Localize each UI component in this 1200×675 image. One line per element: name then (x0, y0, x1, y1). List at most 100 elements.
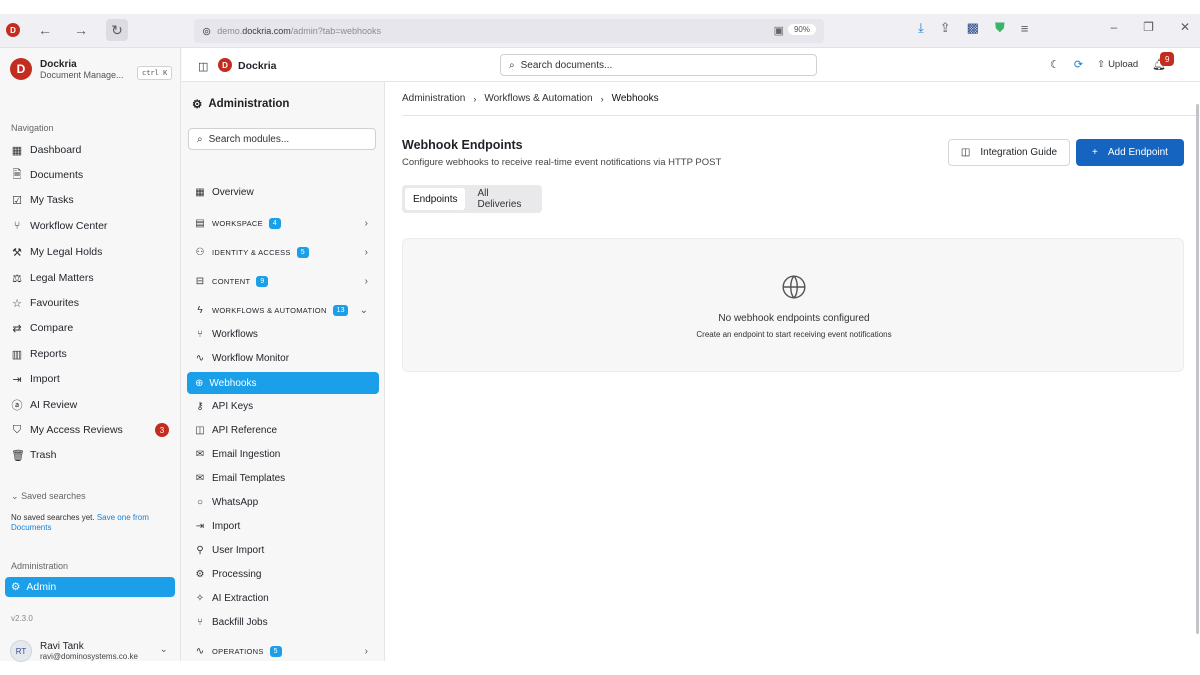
module-backfill-jobs[interactable]: ⑂ Backfill Jobs (194, 612, 374, 632)
sidebar-item-my-access-reviews[interactable]: ⛉ My Access Reviews 3 (11, 420, 174, 440)
zoom-level[interactable]: 90% (787, 24, 816, 35)
group-content[interactable]: ⊟ CONTENT 9 › (194, 271, 374, 291)
sparkle-icon: ✧ (195, 592, 205, 604)
integration-guide-button[interactable]: ◫ Integration Guide (948, 139, 1070, 166)
version-label: v2.3.0 (11, 614, 33, 623)
module-workflows[interactable]: ⑂ Workflows (194, 324, 374, 344)
panel-toggle-icon[interactable]: ◫ (198, 60, 208, 73)
restore-icon[interactable]: ❐ (1143, 20, 1154, 34)
save-search-link[interactable]: Save one from (97, 513, 149, 522)
tab-all-deliveries[interactable]: All Deliveries (469, 188, 539, 210)
sidebar-item-documents[interactable]: 🗎 Documents (11, 165, 174, 185)
brand[interactable]: D Dockria Document Manage... (10, 58, 124, 80)
sidebar-item-ai-review[interactable]: ⓐ AI Review (11, 395, 174, 415)
module-import[interactable]: ⇥ Import (194, 516, 374, 536)
close-icon[interactable]: ✕ (1180, 20, 1190, 34)
notifications-button[interactable]: 🔔︎ 9 (1152, 52, 1175, 71)
dockria-favicon-icon: D (6, 23, 20, 37)
group-label: OPERATIONS (212, 646, 264, 656)
breadcrumb-workflows-automation[interactable]: Workflows & Automation (484, 93, 592, 104)
downloads-icon[interactable]: ⤓ (918, 20, 924, 36)
group-label: CONTENT (212, 276, 251, 286)
page-scrollbar[interactable] (1196, 104, 1199, 634)
module-workflow-monitor[interactable]: ∿ Workflow Monitor (194, 348, 374, 368)
globe-icon (782, 275, 806, 299)
group-identity-access[interactable]: ⚇ IDENTITY & ACCESS 5 › (194, 242, 374, 262)
tasks-icon: ☑ (12, 194, 22, 207)
group-operations[interactable]: ∿ OPERATIONS 5 › (194, 641, 374, 661)
sidebar-item-legal-matters[interactable]: ⚖ Legal Matters (11, 268, 174, 288)
minimize-icon[interactable]: – (1110, 20, 1117, 34)
search-placeholder: Search documents... (520, 59, 613, 71)
sidebar-item-compare[interactable]: ⇄ Compare (11, 318, 174, 338)
reload-icon[interactable]: ↻ (106, 19, 128, 41)
sidebar-item-favourites[interactable]: ☆ Favourites (11, 293, 174, 313)
user-menu[interactable]: RT Ravi Tank ravi@dominosystems.co.ke (10, 640, 138, 662)
workflow-icon: ⑂ (13, 220, 21, 232)
sidebar-item-admin[interactable]: ⚙ Admin (5, 577, 175, 597)
reader-view-icon[interactable]: ▣ (774, 24, 784, 37)
import-icon: ⇥ (12, 373, 22, 386)
search-modules-input[interactable]: ⌕ Search modules... (188, 128, 376, 150)
back-icon[interactable]: ← (34, 19, 56, 41)
module-ai-extraction[interactable]: ✧ AI Extraction (194, 588, 374, 608)
module-api-reference[interactable]: ◫ API Reference (194, 420, 374, 440)
grid-icon: ▦ (11, 144, 23, 157)
module-label: Webhooks (209, 377, 257, 389)
group-workspace[interactable]: ▤ WORKSPACE 4 › (194, 213, 374, 233)
module-email-templates[interactable]: ✉ Email Templates (194, 468, 374, 488)
group-workflows-automation[interactable]: ϟ WORKFLOWS & AUTOMATION 13 ⌄ (194, 300, 374, 320)
module-user-import[interactable]: ⚲ User Import (194, 540, 374, 560)
import-icon: ⇥ (195, 520, 205, 532)
sidebar-item-label: My Legal Holds (30, 246, 103, 258)
sidebar-item-dashboard[interactable]: ▦ Dashboard (11, 140, 174, 160)
share-icon[interactable]: ⇪ (940, 20, 951, 36)
ai-icon: ⓐ (11, 400, 23, 412)
search-documents-input[interactable]: ⌕ Search documents... (500, 54, 817, 76)
modules-title-text: Administration (208, 98, 290, 110)
sidebar-item-my-legal-holds[interactable]: ⚒ My Legal Holds (11, 242, 174, 262)
group-count-badge: 4 (268, 217, 281, 229)
module-processing[interactable]: ⚙ Processing (194, 564, 374, 584)
search-icon: ⌕ (197, 133, 203, 145)
menu-icon[interactable]: ≡ (1021, 21, 1029, 36)
sidebar-item-workflow-center[interactable]: ⑂ Workflow Center (11, 216, 174, 236)
upload-icon: ⇧ (1097, 59, 1106, 70)
module-webhooks[interactable]: ⊕ Webhooks (187, 372, 379, 394)
button-label: Integration Guide (980, 147, 1058, 158)
mail-icon: ✉ (195, 448, 205, 460)
chevron-down-icon[interactable]: ⌄ (160, 644, 168, 655)
address-bar[interactable]: ⊚ demo. dockria.com/admin?tab=webhooks ▣ … (194, 19, 824, 43)
saved-empty-text: No saved searches yet. (11, 513, 95, 522)
chart-icon: ▥ (11, 348, 23, 361)
upload-button[interactable]: ⇧ Upload (1097, 59, 1138, 70)
grid-icon: ▦ (195, 186, 205, 198)
command-shortcut[interactable]: ctrl K (137, 66, 173, 80)
sidebar-item-my-tasks[interactable]: ☑ My Tasks (11, 190, 174, 210)
shield-extension-icon[interactable]: ⛊ (995, 20, 1005, 36)
module-api-keys[interactable]: ⚷ API Keys (194, 396, 374, 416)
module-email-ingestion[interactable]: ✉ Email Ingestion (194, 444, 374, 464)
tab-endpoints[interactable]: Endpoints (405, 188, 466, 210)
module-overview[interactable]: ▦ Overview (194, 182, 374, 202)
site-info-icon[interactable]: ⊚ (202, 25, 211, 38)
sidebar-item-label: Import (30, 373, 60, 385)
sidebar-item-trash[interactable]: 🗑 Trash (11, 445, 174, 465)
sync-icon[interactable]: ⟳ (1074, 58, 1083, 71)
chevron-right-icon: › (600, 93, 604, 104)
add-endpoint-button[interactable]: + Add Endpoint (1076, 139, 1184, 166)
documents-link[interactable]: Documents (11, 523, 51, 532)
saved-searches-label: Saved searches (21, 491, 86, 501)
sidebar-item-reports[interactable]: ▥ Reports (11, 344, 174, 364)
theme-toggle-icon[interactable]: ☾ (1050, 58, 1060, 71)
empty-state: No webhook endpoints configured Create a… (402, 238, 1184, 372)
building-icon: ▤ (195, 217, 205, 229)
breadcrumb-administration[interactable]: Administration (402, 93, 465, 104)
sidebar-item-import[interactable]: ⇥ Import (11, 369, 174, 389)
saved-searches-toggle[interactable]: ⌄ Saved searches (11, 491, 86, 502)
extension-icon[interactable]: ▩ (967, 20, 979, 36)
group-count-badge: 5 (269, 645, 282, 657)
forward-icon[interactable]: → (70, 19, 92, 41)
key-icon: ⚷ (196, 400, 204, 412)
module-whatsapp[interactable]: ○ WhatsApp (194, 492, 374, 512)
